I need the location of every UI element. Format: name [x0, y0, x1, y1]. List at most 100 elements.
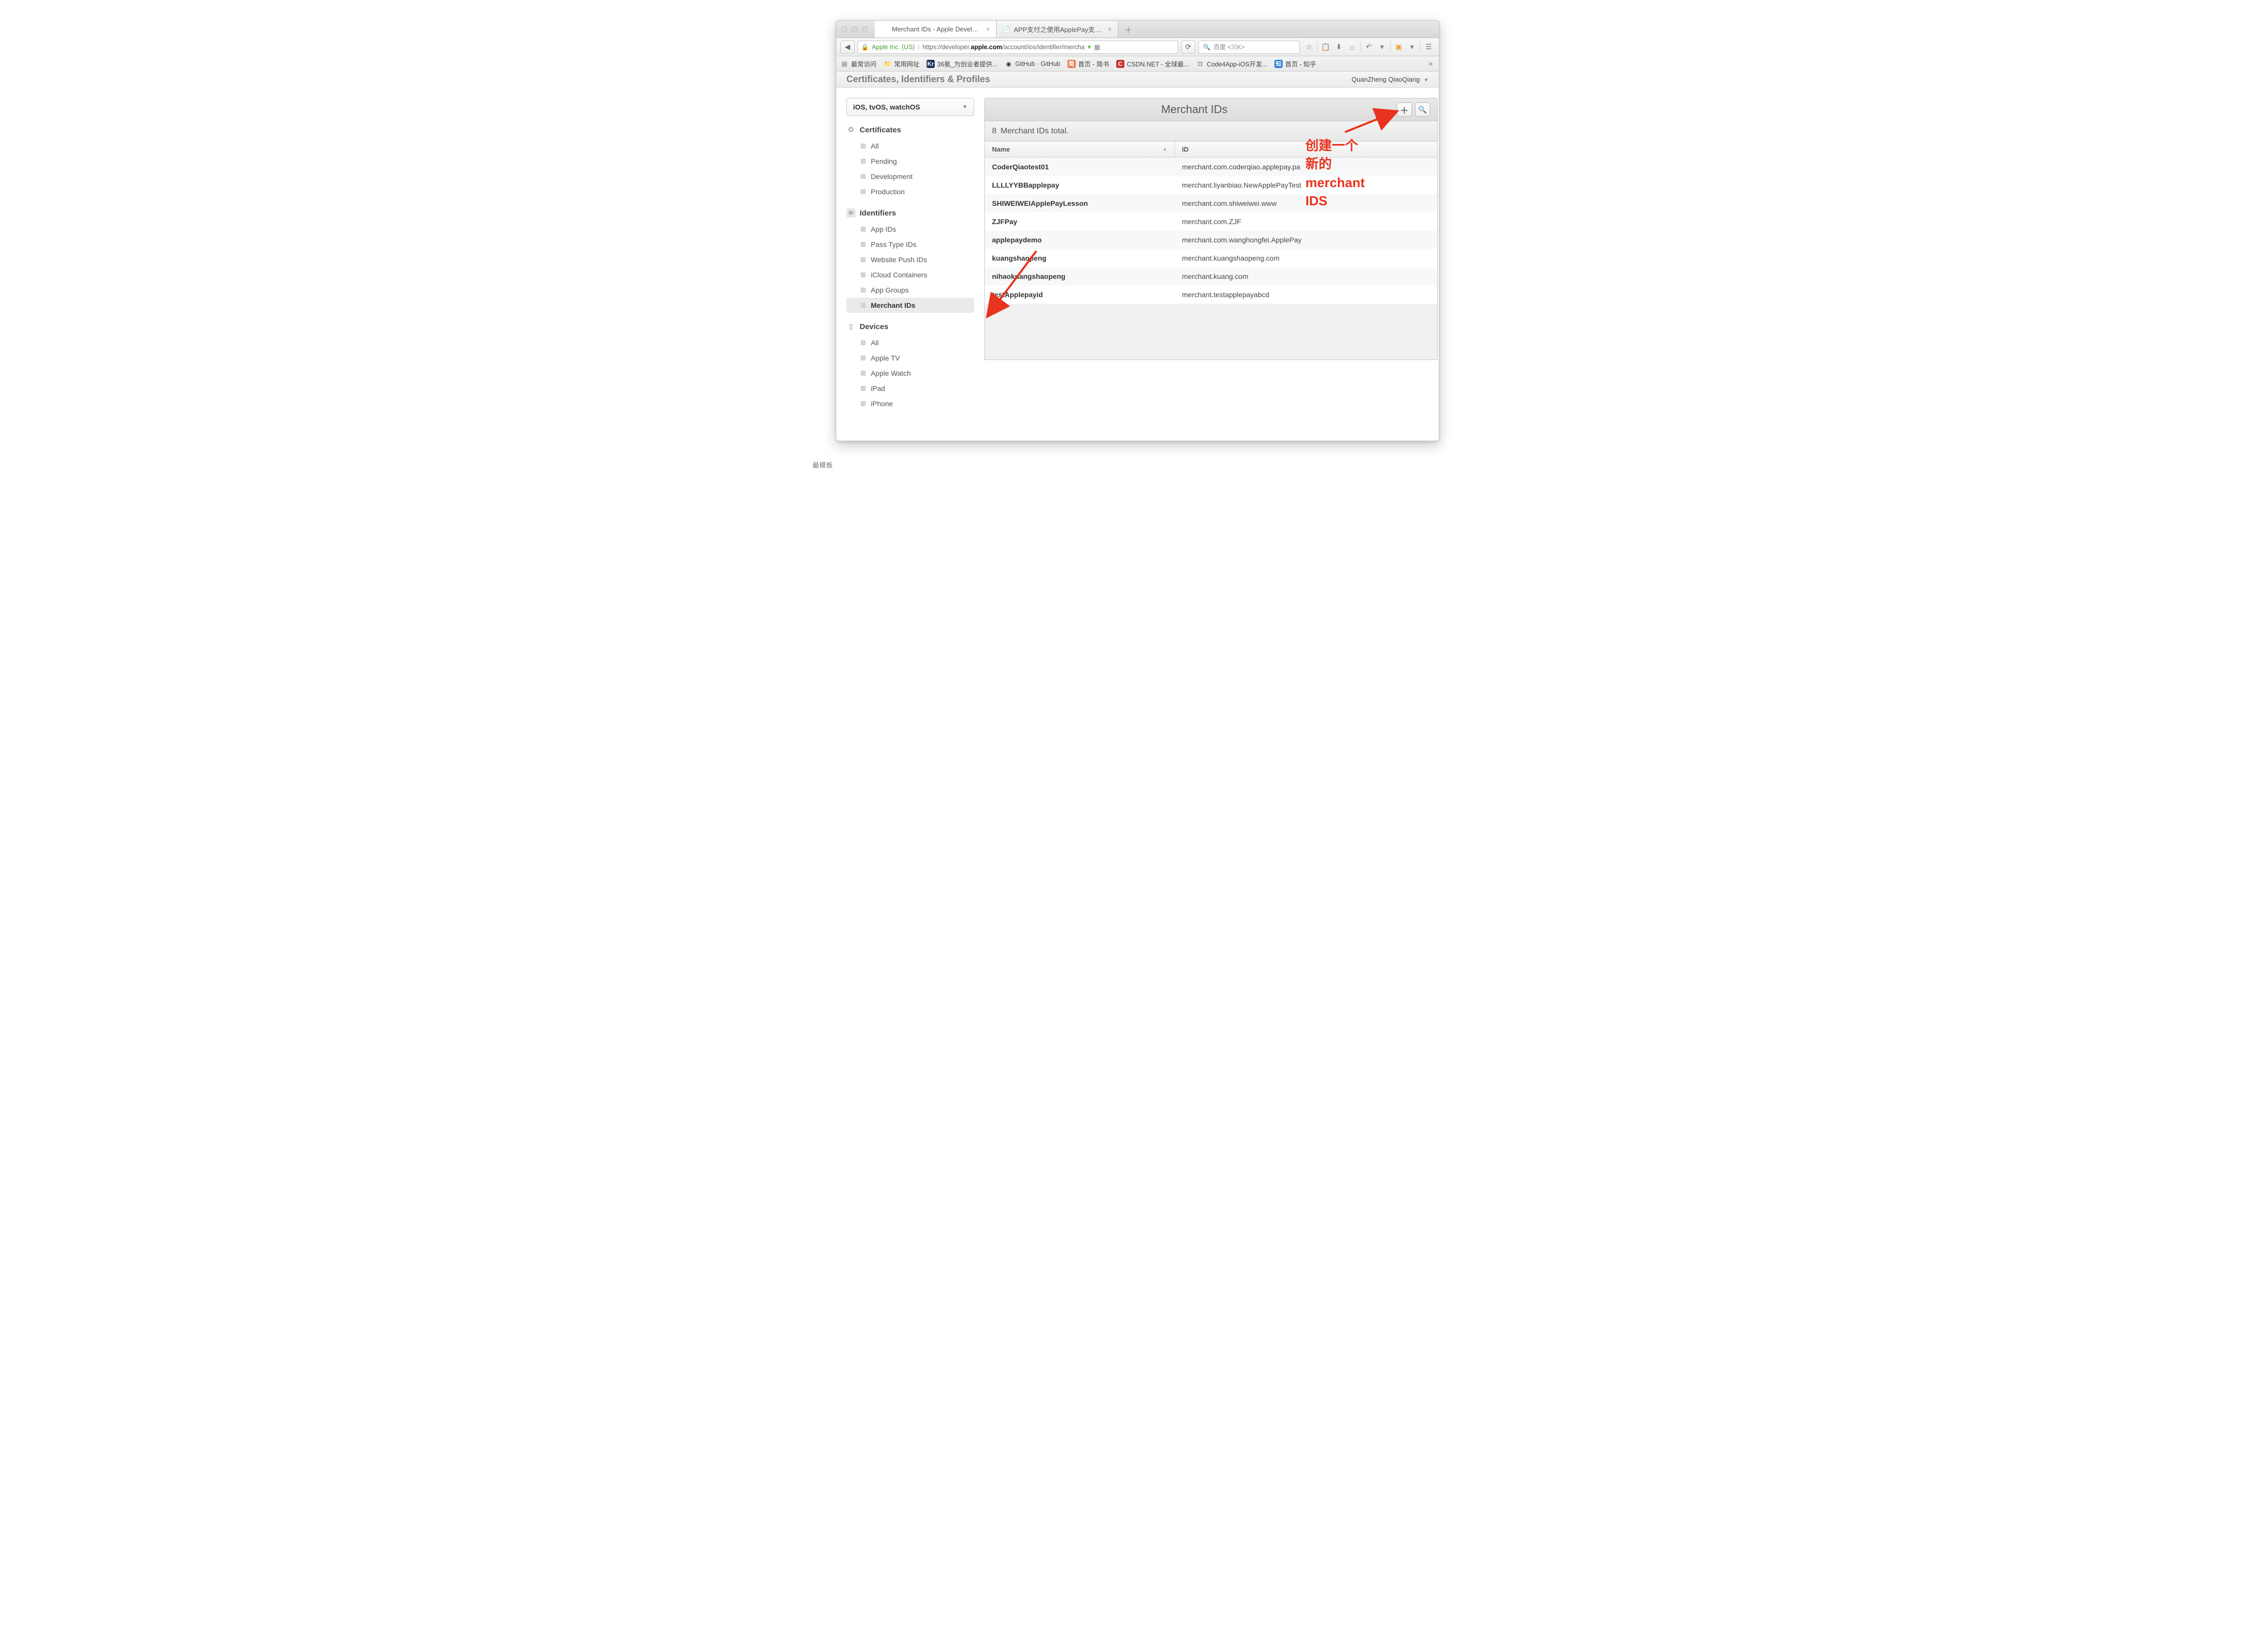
chevron-down-icon: ▼	[962, 104, 968, 110]
titlebar: Merchant IDs - Apple Developer × 📄 APP支付…	[836, 21, 1439, 38]
traffic-lights	[841, 26, 868, 32]
home-icon[interactable]: ⌂	[1346, 41, 1358, 53]
kr-icon: Kr	[927, 60, 935, 68]
bookmark-zhihu[interactable]: 知首页 - 知乎	[1274, 59, 1316, 68]
sidebar-item-development[interactable]: Development	[846, 169, 974, 184]
bookmark-jianshu[interactable]: 简首页 - 简书	[1068, 59, 1109, 68]
bookmark-common-sites[interactable]: 📁常用网址	[883, 59, 919, 68]
new-tab-button[interactable]: ＋	[1118, 21, 1139, 38]
bookmark-36kr[interactable]: Kr36氪_为创业者提供...	[927, 59, 998, 68]
close-icon[interactable]	[841, 26, 847, 32]
zoom-icon[interactable]	[862, 26, 868, 32]
table-row[interactable]: kuangshaopengmerchant.kuangshaopeng.com	[985, 249, 1437, 267]
table-row[interactable]: SHIWEIWEIApplePayLessonmerchant.com.shiw…	[985, 194, 1437, 212]
sidebar-item-pending[interactable]: Pending	[846, 154, 974, 169]
cell-name: CoderQiaotest01	[985, 158, 1175, 176]
page-content: Certificates, Identifiers & Profiles Qua…	[836, 71, 1439, 441]
sidebar-item-all-devices[interactable]: All	[846, 335, 974, 350]
bookmark-most-visited[interactable]: ▤最常访问	[840, 59, 876, 68]
nav-heading: ID Identifiers	[846, 208, 974, 218]
nav-section-devices: ▯ Devices All Apple TV Apple Watch iPad …	[846, 322, 974, 411]
search-field[interactable]: 🔍 百度 <⌘K>	[1198, 41, 1300, 54]
extension-icon[interactable]: ▣	[1393, 41, 1405, 53]
sidebar-item-apple-tv[interactable]: Apple TV	[846, 350, 974, 366]
reload-button[interactable]: ⟳	[1181, 41, 1195, 54]
table-row[interactable]: applepaydemomerchant.com.wanghongfei.App…	[985, 231, 1437, 249]
column-header-id[interactable]: ID	[1175, 141, 1437, 157]
bookmark-overflow-icon[interactable]: »	[1429, 59, 1435, 68]
nav-section-identifiers: ID Identifiers App IDs Pass Type IDs Web…	[846, 208, 974, 313]
sidebar-item-pass-type-ids[interactable]: Pass Type IDs	[846, 237, 974, 252]
shield-icon[interactable]: ▾	[1088, 43, 1091, 51]
undo-icon[interactable]: ↶	[1363, 41, 1375, 53]
close-tab-icon[interactable]: ×	[1108, 25, 1112, 33]
bookmarks-bar: ▤最常访问 📁常用网址 Kr36氪_为创业者提供... ◉GitHub · Gi…	[836, 56, 1439, 71]
sidebar-item-ipad[interactable]: iPad	[846, 381, 974, 396]
platform-dropdown[interactable]: iOS, tvOS, watchOS ▼	[846, 98, 974, 116]
summary-text: Merchant IDs total.	[1001, 127, 1069, 136]
bookmark-code4app[interactable]: ⊡Code4App-iOS开发...	[1196, 59, 1268, 68]
folder-icon: 📁	[883, 60, 892, 68]
sidebar-item-app-groups[interactable]: App Groups	[846, 282, 974, 298]
page-title: Certificates, Identifiers & Profiles	[846, 74, 990, 85]
cell-name: ZJFPay	[985, 212, 1175, 231]
download-icon[interactable]: ⬇	[1333, 41, 1345, 53]
nav-heading: ✪ Certificates	[846, 125, 974, 134]
separator: |	[918, 44, 919, 51]
clipboard-icon[interactable]: 📋	[1320, 41, 1332, 53]
qr-icon[interactable]: ▦	[1094, 43, 1100, 51]
sidebar-item-app-ids[interactable]: App IDs	[846, 222, 974, 237]
caret-down-icon[interactable]: ▾	[1406, 41, 1418, 53]
caret-down-icon[interactable]: ▾	[1376, 41, 1388, 53]
csdn-icon: C	[1116, 60, 1124, 68]
id-icon: ID	[846, 208, 856, 218]
cell-id: merchant.kuang.com	[1175, 267, 1437, 285]
cell-name: applepaydemo	[985, 231, 1175, 249]
summary-count: 8	[992, 127, 997, 136]
nav-section-certificates: ✪ Certificates All Pending Development P…	[846, 125, 974, 199]
close-tab-icon[interactable]: ×	[986, 25, 990, 33]
bookmark-github[interactable]: ◉GitHub · GitHub	[1005, 60, 1060, 68]
bookmark-csdn[interactable]: CCSDN.NET - 全球最...	[1116, 59, 1189, 68]
sidebar-item-all[interactable]: All	[846, 138, 974, 154]
sidebar-item-website-push-ids[interactable]: Website Push IDs	[846, 252, 974, 267]
github-icon: ◉	[1005, 60, 1013, 68]
merchant-table: Name ▲ ID CoderQiaotest01merchant.com.co…	[984, 141, 1438, 360]
user-menu[interactable]: QuanZheng QiaoQiang ▼	[1352, 76, 1429, 83]
main-panel: Merchant IDs ＋ 🔍 8 Merchant IDs total.	[984, 98, 1439, 441]
search-placeholder: 百度 <⌘K>	[1214, 43, 1245, 51]
footer-brand: 最模板	[812, 460, 833, 470]
sidebar-item-icloud-containers[interactable]: iCloud Containers	[846, 267, 974, 282]
table-row[interactable]: LLLLYYBBapplepaymerchant.liyanbiao.NewAp…	[985, 176, 1437, 194]
column-header-name[interactable]: Name ▲	[985, 141, 1175, 157]
cell-name: LLLLYYBBapplepay	[985, 176, 1175, 194]
menu-icon[interactable]: ☰	[1423, 41, 1435, 53]
star-icon[interactable]: ☆	[1303, 41, 1315, 53]
cell-id: merchant.kuangshaopeng.com	[1175, 249, 1437, 267]
tab-merchant-ids[interactable]: Merchant IDs - Apple Developer ×	[875, 21, 997, 38]
sidebar-item-merchant-ids[interactable]: Merchant IDs	[846, 298, 974, 313]
add-button[interactable]: ＋	[1397, 102, 1412, 117]
cell-id: merchant.com.wanghongfei.ApplePay	[1175, 231, 1437, 249]
address-bar: ◀ 🔒 Apple Inc. (US) | https://developer.…	[836, 38, 1439, 56]
sidebar-item-production[interactable]: Production	[846, 184, 974, 199]
cell-id: merchant.liyanbiao.NewApplePayTest	[1175, 176, 1437, 194]
cell-id: merchant.com.coderqiao.applepay.pa	[1175, 158, 1437, 176]
url-field[interactable]: 🔒 Apple Inc. (US) | https://developer.ap…	[858, 41, 1178, 54]
tab-applepay-article[interactable]: 📄 APP支付之使用ApplePay支付开发... ×	[997, 21, 1118, 38]
toolbar-icons: ☆ 📋 ⬇ ⌂ ↶ ▾ ▣ ▾ ☰	[1303, 41, 1435, 53]
tab-label: Merchant IDs - Apple Developer	[892, 25, 982, 33]
sidebar-item-iphone[interactable]: iPhone	[846, 396, 974, 411]
minimize-icon[interactable]	[852, 26, 858, 32]
zhihu-icon: 知	[1274, 60, 1283, 68]
table-row[interactable]: testApplepayidmerchant.testapplepayabcd	[985, 285, 1437, 304]
cell-name: testApplepayid	[985, 285, 1175, 304]
sidebar-item-apple-watch[interactable]: Apple Watch	[846, 366, 974, 381]
table-row[interactable]: nihaokuangshaopengmerchant.kuang.com	[985, 267, 1437, 285]
back-button[interactable]: ◀	[840, 41, 855, 54]
tab-label: APP支付之使用ApplePay支付开发...	[1014, 24, 1104, 34]
jianshu-icon: 简	[1068, 60, 1076, 68]
search-button[interactable]: 🔍	[1415, 102, 1430, 117]
table-row[interactable]: ZJFPaymerchant.com.ZJF	[985, 212, 1437, 231]
table-row[interactable]: CoderQiaotest01merchant.com.coderqiao.ap…	[985, 158, 1437, 176]
